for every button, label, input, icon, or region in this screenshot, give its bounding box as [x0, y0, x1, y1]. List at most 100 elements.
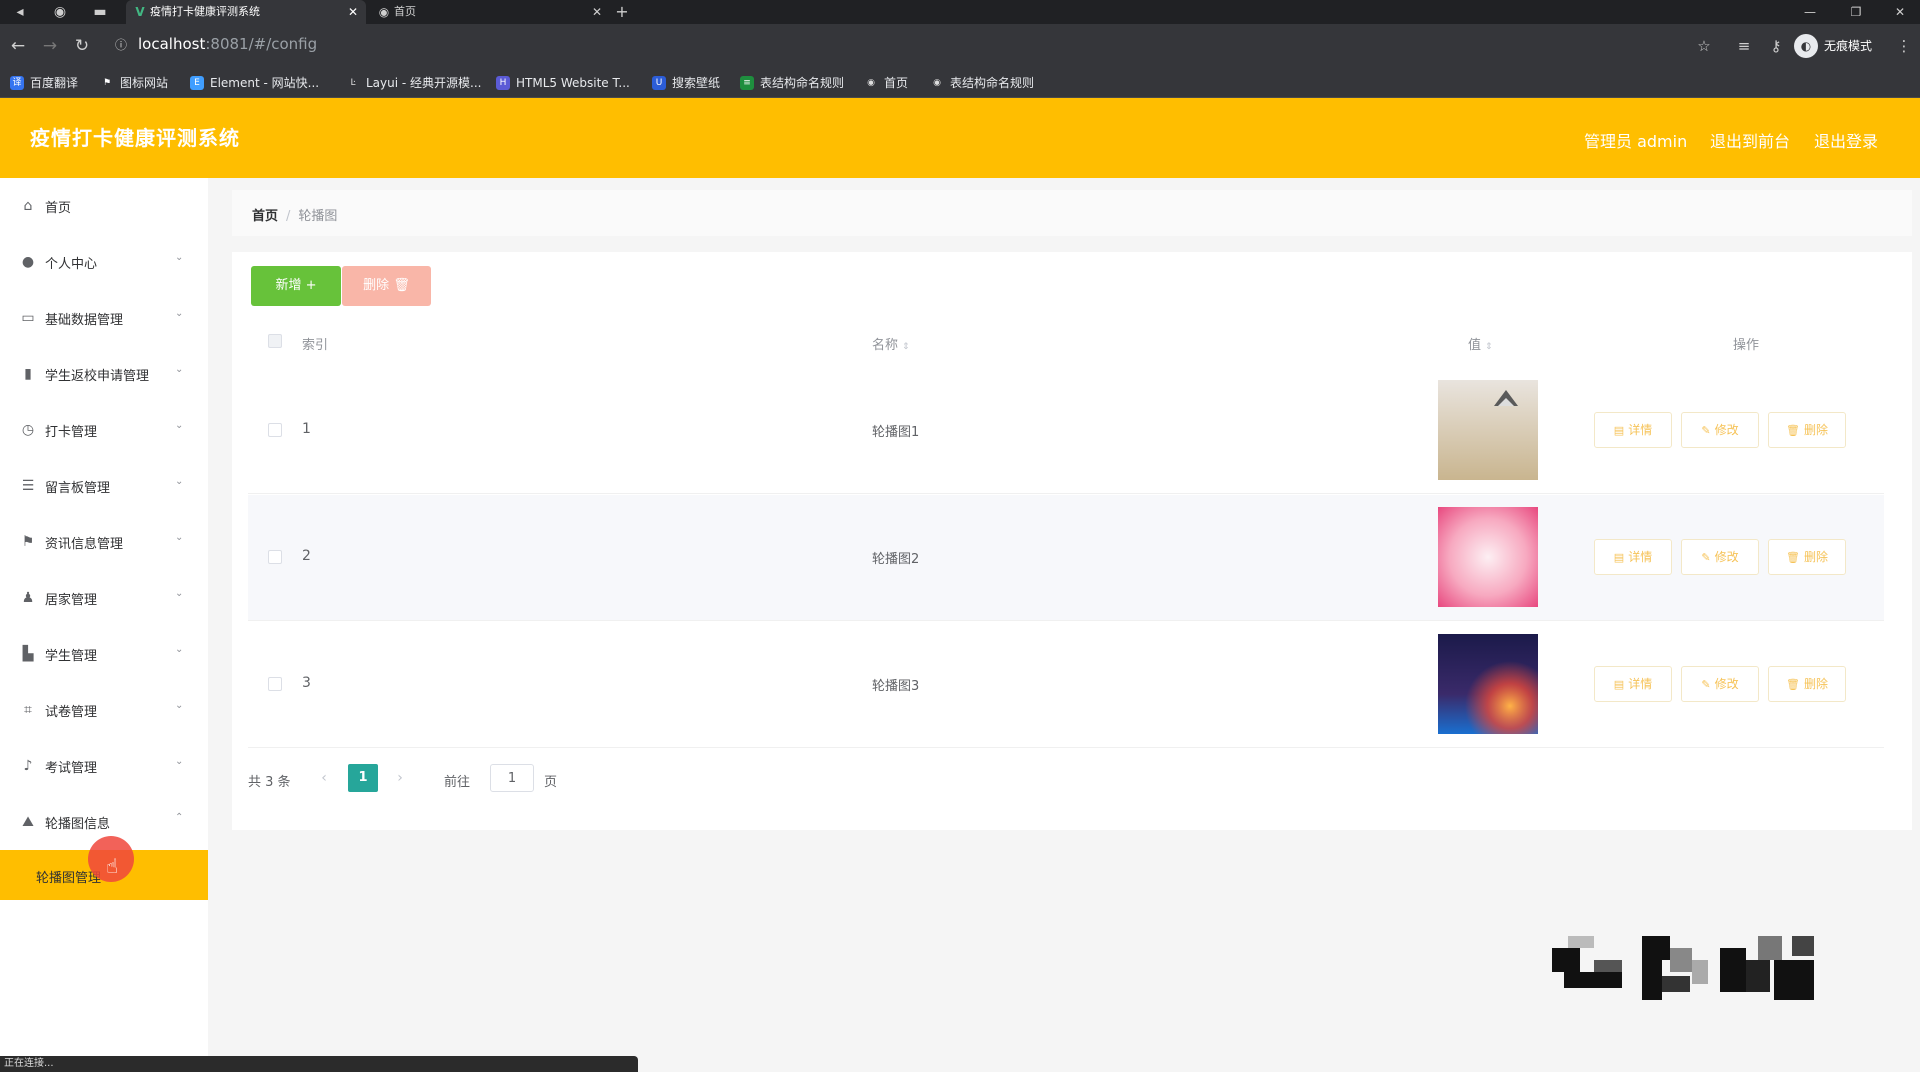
- url-field[interactable]: localhost:8081/#/config: [138, 35, 317, 53]
- app-header: 疫情打卡健康评测系统 管理员 admin 退出到前台 退出登录: [0, 98, 1920, 178]
- chevron-down-icon: ⌄: [175, 308, 184, 319]
- column-value[interactable]: 值 ⇕: [1468, 334, 1493, 353]
- batch-delete-button[interactable]: 删除 🗑: [342, 266, 431, 306]
- edit-button[interactable]: ✎ 修改: [1681, 539, 1759, 575]
- add-button[interactable]: 新增 +: [251, 266, 341, 306]
- delete-button[interactable]: 🗑 删除: [1768, 412, 1846, 448]
- sidebar-item-basic-data[interactable]: ▭ 基础数据管理 ⌄: [0, 290, 208, 346]
- incognito-avatar-icon[interactable]: ◐: [1794, 34, 1818, 58]
- window-close-icon[interactable]: ✕: [1878, 0, 1920, 24]
- flag-icon: ⚑: [102, 78, 112, 88]
- select-all-checkbox[interactable]: [268, 334, 282, 348]
- sort-icon[interactable]: ⇕: [902, 342, 910, 352]
- delete-button[interactable]: 🗑 删除: [1768, 539, 1846, 575]
- chevron-right-icon[interactable]: ›: [386, 764, 414, 792]
- bookmark-item[interactable]: ⚑ 图标网站: [100, 68, 168, 98]
- back-icon[interactable]: ←: [4, 32, 32, 60]
- close-icon[interactable]: ✕: [592, 0, 602, 24]
- bookmark-item[interactable]: ◉ 首页: [864, 68, 908, 98]
- chevron-down-icon: ⌄: [175, 756, 184, 767]
- globe-icon: ◉: [867, 78, 875, 88]
- sidebar-item-exams[interactable]: ♪ 考试管理 ⌄: [0, 738, 208, 794]
- sidebar-item-students[interactable]: ▙ 学生管理 ⌄: [0, 626, 208, 682]
- row-checkbox[interactable]: [268, 423, 282, 437]
- tab-back-icon[interactable]: ◂: [6, 0, 34, 24]
- sidebar-item-message-board[interactable]: ☰ 留言板管理 ⌄: [0, 458, 208, 514]
- table-row: 3 轮播图3 ▤ 详情 ✎ 修改 🗑 删除: [248, 622, 1884, 748]
- detail-button[interactable]: ▤ 详情: [1594, 539, 1672, 575]
- globe-icon: ◉: [933, 78, 941, 88]
- mic-icon: ♪: [23, 758, 33, 774]
- sidebar-item-news[interactable]: ⚑ 资讯信息管理 ⌄: [0, 514, 208, 570]
- sidebar-item-return-apply[interactable]: ▮ 学生返校申请管理 ⌄: [0, 346, 208, 402]
- clock-icon: ◷: [21, 422, 35, 438]
- info-icon[interactable]: ⓘ: [110, 34, 132, 56]
- logout-link[interactable]: 退出登录: [1814, 128, 1878, 152]
- breadcrumb-separator: /: [286, 209, 291, 224]
- column-name[interactable]: 名称 ⇕: [872, 334, 910, 353]
- tab-inactive[interactable]: ◉ 首页 ✕: [370, 0, 610, 24]
- plus-icon: +: [305, 278, 317, 293]
- row-checkbox[interactable]: [268, 677, 282, 691]
- bookmark-item[interactable]: H HTML5 Website T...: [496, 68, 630, 98]
- trash-icon: 🗑: [1786, 551, 1800, 564]
- trash-icon: 🗑: [1786, 424, 1800, 437]
- edit-button[interactable]: ✎ 修改: [1681, 412, 1759, 448]
- forward-icon[interactable]: →: [36, 32, 64, 60]
- chevron-down-icon: ⌄: [175, 644, 184, 655]
- reading-list-icon[interactable]: ≡: [1730, 32, 1758, 60]
- table-header: 索引 名称 ⇕ 值 ⇕ 操作: [248, 316, 1884, 368]
- minimize-icon[interactable]: —: [1788, 0, 1832, 24]
- sidebar-item-personal[interactable]: ● 个人中心 ⌄: [0, 234, 208, 290]
- detail-button[interactable]: ▤ 详情: [1594, 666, 1672, 702]
- globe-icon[interactable]: ◉: [46, 0, 74, 24]
- sidebar-item-checkin[interactable]: ◷ 打卡管理 ⌄: [0, 402, 208, 458]
- close-icon[interactable]: ✕: [348, 0, 358, 24]
- new-tab-icon[interactable]: +: [608, 0, 636, 24]
- list-icon: ☰: [21, 478, 35, 494]
- sidebar-item-papers[interactable]: ⌗ 试卷管理 ⌄: [0, 682, 208, 738]
- bookmark-item[interactable]: ◉ 表结构命名规则: [930, 68, 1034, 98]
- breadcrumb: 首页 / 轮播图: [252, 205, 337, 224]
- bookmark-item[interactable]: U 搜索壁纸: [652, 68, 720, 98]
- sidebar: ⌂ 首页 ● 个人中心 ⌄ ▭ 基础数据管理 ⌄ ▮ 学生返校申请管理 ⌄ ◷ …: [0, 178, 208, 1072]
- window-icon[interactable]: ▬: [86, 0, 114, 24]
- globe-icon: ◉: [378, 5, 390, 19]
- breadcrumb-home[interactable]: 首页: [252, 209, 278, 224]
- chevron-down-icon: ⌄: [175, 420, 184, 431]
- row-checkbox[interactable]: [268, 550, 282, 564]
- bar-chart-icon: ▮: [24, 366, 32, 382]
- page-number-active[interactable]: 1: [348, 764, 378, 792]
- select-all-cell: [268, 334, 282, 352]
- wallpaper-icon: U: [652, 76, 666, 90]
- exit-to-front-link[interactable]: 退出到前台: [1710, 128, 1790, 152]
- column-index: 索引: [302, 338, 329, 353]
- goto-page-input[interactable]: [490, 764, 534, 792]
- image-icon: ⛰: [22, 814, 34, 830]
- chevron-left-icon[interactable]: ‹: [310, 764, 338, 792]
- sort-icon[interactable]: ⇕: [1485, 342, 1493, 352]
- element-icon: E: [190, 76, 204, 90]
- reload-icon[interactable]: ↻: [68, 32, 96, 60]
- bookmark-item[interactable]: E Element - 网站快...: [190, 68, 319, 98]
- star-icon[interactable]: ☆: [1690, 32, 1718, 60]
- trash-icon: 🗑: [393, 278, 410, 293]
- restore-icon[interactable]: ❐: [1834, 0, 1878, 24]
- edit-button[interactable]: ✎ 修改: [1681, 666, 1759, 702]
- bookmark-item[interactable]: ≡ 表结构命名规则: [740, 68, 844, 98]
- row-index: 3: [302, 675, 311, 691]
- chevron-down-icon: ⌄: [175, 476, 184, 487]
- table-card: 新增 + 删除 🗑 索引 名称 ⇕ 值 ⇕ 操作 1 轮播图1 ▤ 详情 ✎ 修改 🗑 删…: [232, 252, 1912, 830]
- bookmark-item[interactable]: Ŀ Layui - 经典开源模...: [346, 68, 481, 98]
- key-icon[interactable]: ⚷: [1762, 32, 1790, 60]
- more-menu-icon[interactable]: ⋮: [1890, 32, 1918, 60]
- detail-button[interactable]: ▤ 详情: [1594, 412, 1672, 448]
- document-icon: ▤: [1613, 551, 1625, 564]
- bookmark-item[interactable]: 译百度翻译: [10, 68, 78, 98]
- breadcrumb-card: 首页 / 轮播图: [232, 190, 1912, 236]
- delete-button[interactable]: 🗑 删除: [1768, 666, 1846, 702]
- tab-active[interactable]: V 疫情打卡健康评测系统 ✕: [126, 0, 366, 24]
- person-icon: ♟: [21, 590, 35, 606]
- sidebar-item-home-quarantine[interactable]: ♟ 居家管理 ⌄: [0, 570, 208, 626]
- sidebar-item-home[interactable]: ⌂ 首页: [0, 178, 208, 234]
